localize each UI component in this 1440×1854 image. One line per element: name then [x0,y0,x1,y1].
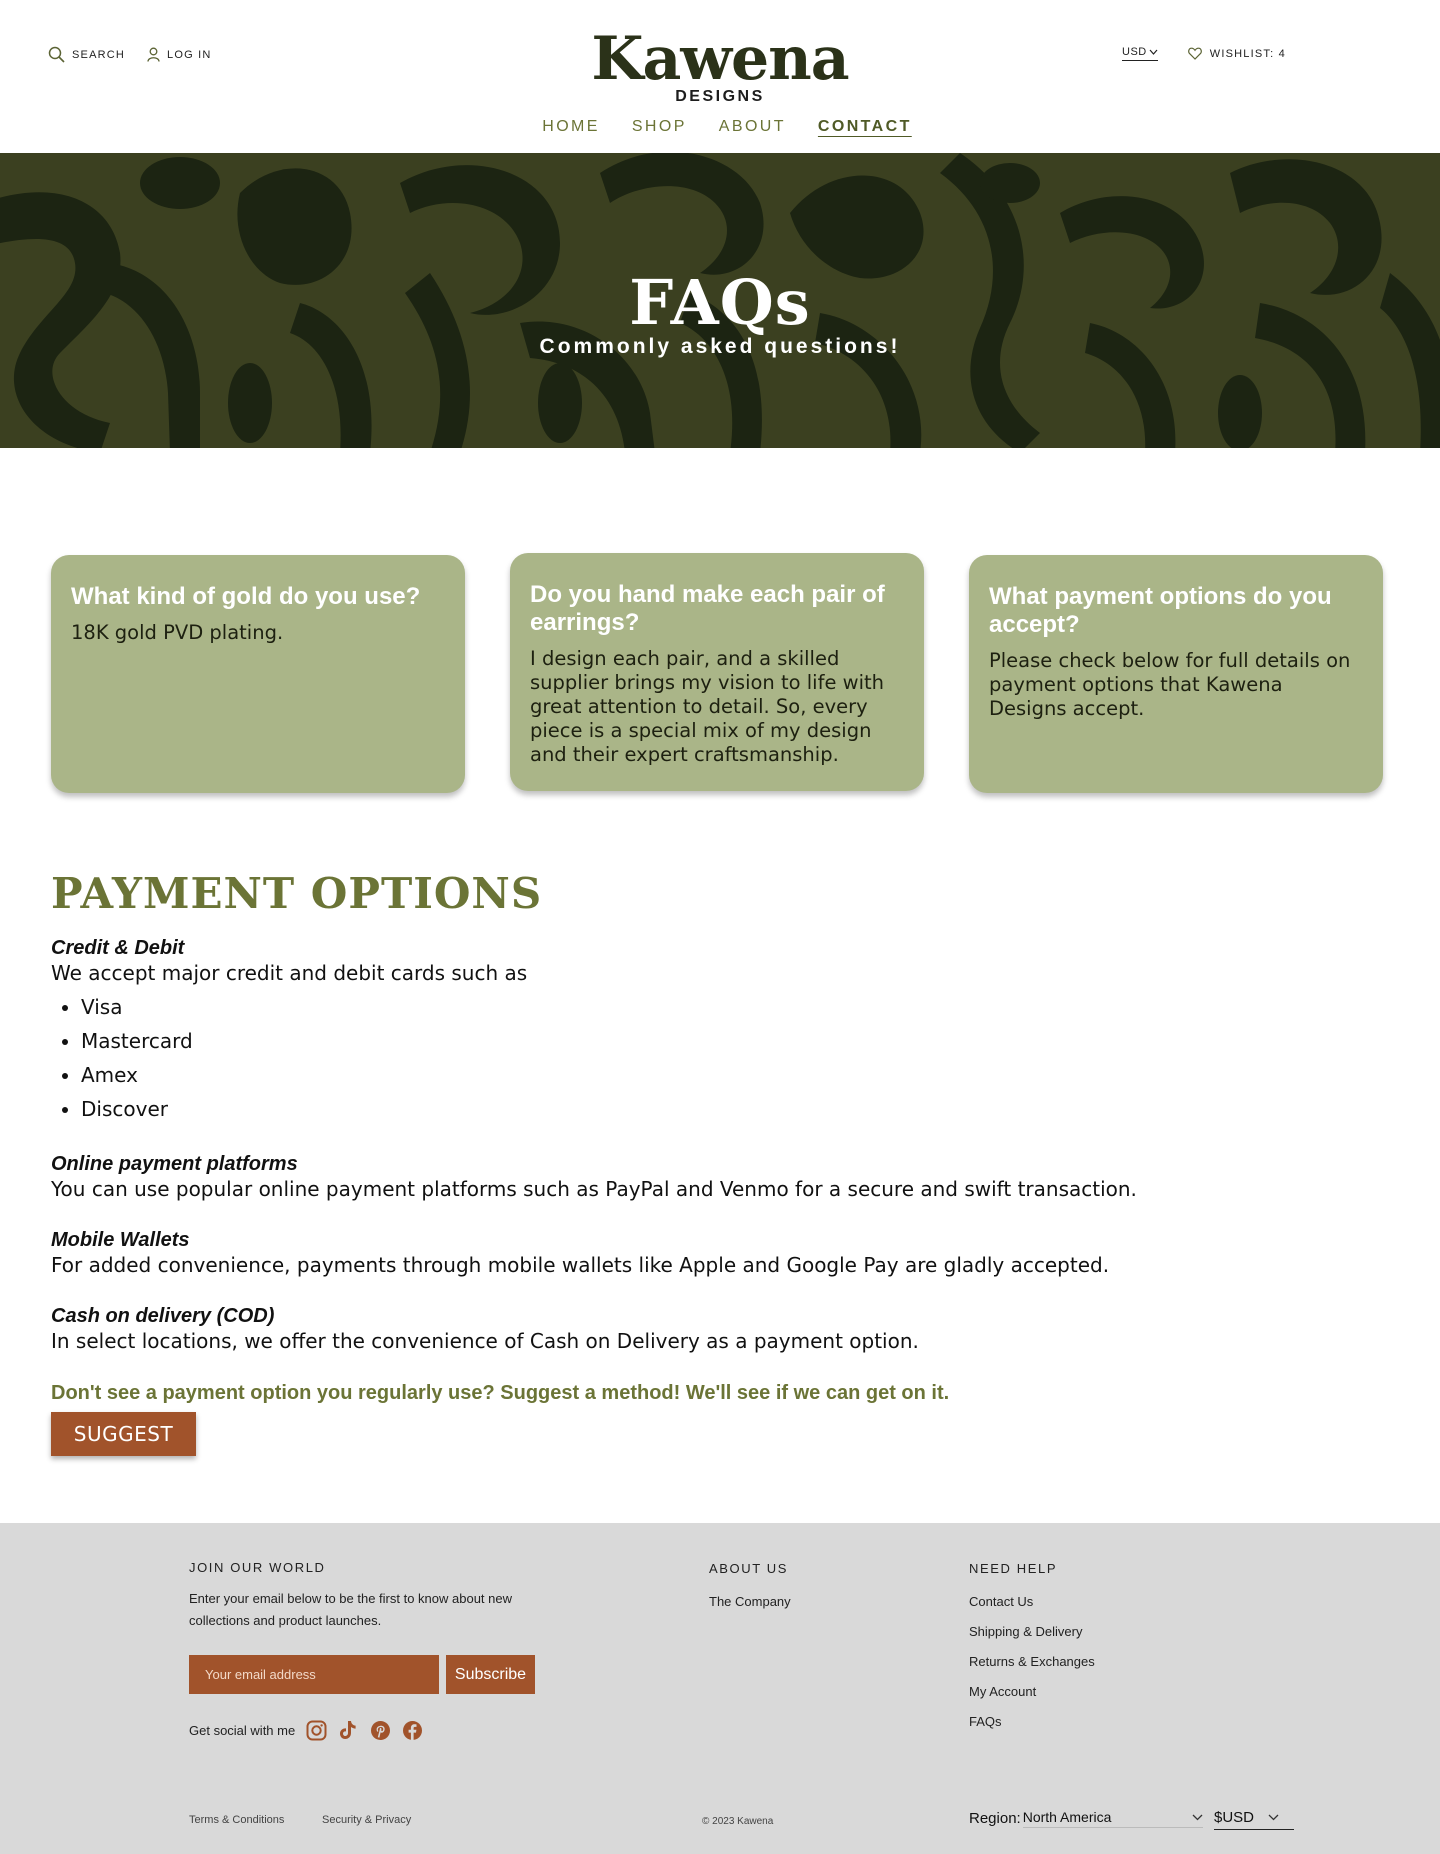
chevron-down-icon [1268,1814,1279,1821]
mobile-wallets-heading: Mobile Wallets [51,1229,190,1251]
mobile-wallets-block: Mobile Wallets For added convenience, pa… [51,1228,1391,1278]
currency-selector[interactable]: USD [1122,46,1158,61]
region-value: North America [1022,1809,1112,1825]
nav-about[interactable]: ABOUT [719,118,786,136]
footer-link-contact[interactable]: Contact Us [969,1594,1033,1609]
list-item: Visa [81,990,1391,1024]
search-label: SEARCH [72,48,126,61]
site-header: SEARCH LOG IN Kawena DESIGNS USD WISHLIS… [0,0,1440,153]
logo-wordmark: Kawena [591,24,849,94]
help-title: NEED HELP [969,1561,1058,1576]
wishlist-link[interactable]: WISHLIST: 4 [1187,47,1286,60]
subscribe-button[interactable]: Subscribe [446,1655,535,1694]
nav-contact[interactable]: CONTACT [818,118,912,136]
online-platforms-text: You can use popular online payment platf… [51,1177,1137,1201]
header-right-tools: USD WISHLIST: 4 [1122,46,1286,61]
search-link[interactable]: SEARCH [48,46,125,63]
social-label: Get social with me [189,1722,296,1738]
wishlist-label: WISHLIST: 4 [1209,47,1286,60]
main-nav: HOME SHOP ABOUT CONTACT [0,118,1440,136]
facebook-icon[interactable] [401,1719,423,1741]
terms-link[interactable]: Terms & Conditions [189,1814,284,1826]
credit-debit-block: Credit & Debit We accept major credit an… [51,936,1391,1126]
nav-shop[interactable]: SHOP [632,118,687,136]
nav-home[interactable]: HOME [542,118,600,136]
login-link[interactable]: LOG IN [147,47,212,62]
tiktok-icon[interactable] [337,1719,359,1741]
join-text-line-2: collections and product launches. [189,1613,382,1628]
faq-answer: 18K gold PVD plating. [71,621,284,644]
card-list: Visa Mastercard Amex Discover [81,990,1391,1126]
footer-link-account[interactable]: My Account [969,1684,1036,1699]
footer-link-shipping[interactable]: Shipping & Delivery [969,1624,1082,1639]
header-left-tools: SEARCH LOG IN [48,46,212,63]
brand-logo[interactable]: Kawena DESIGNS [580,28,860,106]
credit-debit-heading: Credit & Debit [51,937,185,959]
footer-currency-select[interactable]: $USD [1214,1809,1294,1830]
pinterest-icon[interactable] [369,1719,391,1741]
instagram-icon[interactable] [305,1719,327,1741]
faq-card-handmade: Do you hand make each pair of earrings? … [510,553,924,791]
list-item: Discover [81,1092,1391,1126]
suggest-button[interactable]: SUGGEST [51,1412,196,1456]
cod-heading: Cash on delivery (COD) [51,1305,275,1327]
region-label: Region: [969,1810,1021,1827]
cod-text: In select locations, we offer the conven… [51,1329,919,1353]
search-icon [48,46,65,63]
page-title: FAQs [629,266,811,339]
currency-label: USD [1122,46,1147,58]
footer-currency-value: $USD [1214,1809,1255,1826]
footer-link-returns[interactable]: Returns & Exchanges [969,1654,1095,1669]
suggest-prompt: Don't see a payment option you regularly… [51,1382,950,1404]
faq-question: What kind of gold do you use? [71,583,421,610]
online-platforms-block: Online payment platforms You can use pop… [51,1152,1391,1202]
mobile-wallets-text: For added convenience, payments through … [51,1253,1110,1277]
page-subtitle: Commonly asked questions! [539,335,901,358]
cod-block: Cash on delivery (COD) In select locatio… [51,1304,1391,1354]
faq-card-payment: What payment options do you accept? Plea… [969,555,1383,793]
faq-answer: Please check below for full details on p… [989,649,1351,720]
user-icon [147,47,160,62]
security-link[interactable]: Security & Privacy [322,1814,411,1826]
credit-debit-text: We accept major credit and debit cards s… [51,961,528,985]
about-title: ABOUT US [709,1561,789,1576]
login-label: LOG IN [167,48,212,61]
social-links: Get social with me [189,1719,423,1741]
chevron-down-icon [1149,49,1158,55]
copyright: © 2023 Kawena [702,1816,774,1827]
footer-link-faqs[interactable]: FAQs [969,1714,1002,1729]
faq-hero-banner: FAQs Commonly asked questions! [0,153,1440,448]
faq-answer: I design each pair, and a skilled suppli… [530,647,885,766]
chevron-down-icon [1192,1814,1203,1820]
list-item: Amex [81,1058,1391,1092]
list-item: Mastercard [81,1024,1391,1058]
online-platforms-heading: Online payment platforms [51,1153,298,1175]
faq-card-gold: What kind of gold do you use? 18K gold P… [51,555,465,793]
newsletter-email-input[interactable] [189,1655,439,1694]
region-selector-group: Region: North America [969,1809,1203,1828]
join-text-line-1: Enter your email below to be the first t… [189,1591,513,1606]
payment-options-title: PAYMENT OPTIONS [51,869,543,918]
region-select[interactable]: North America [1022,1809,1203,1828]
footer-link-company[interactable]: The Company [709,1594,791,1609]
faq-question: What payment options do you accept? [989,583,1332,638]
join-title: JOIN OUR WORLD [189,1560,326,1575]
faq-question: Do you hand make each pair of earrings? [530,581,885,636]
heart-icon [1187,47,1202,60]
payment-options-section: PAYMENT OPTIONS Credit & Debit We accept… [51,870,1391,1456]
